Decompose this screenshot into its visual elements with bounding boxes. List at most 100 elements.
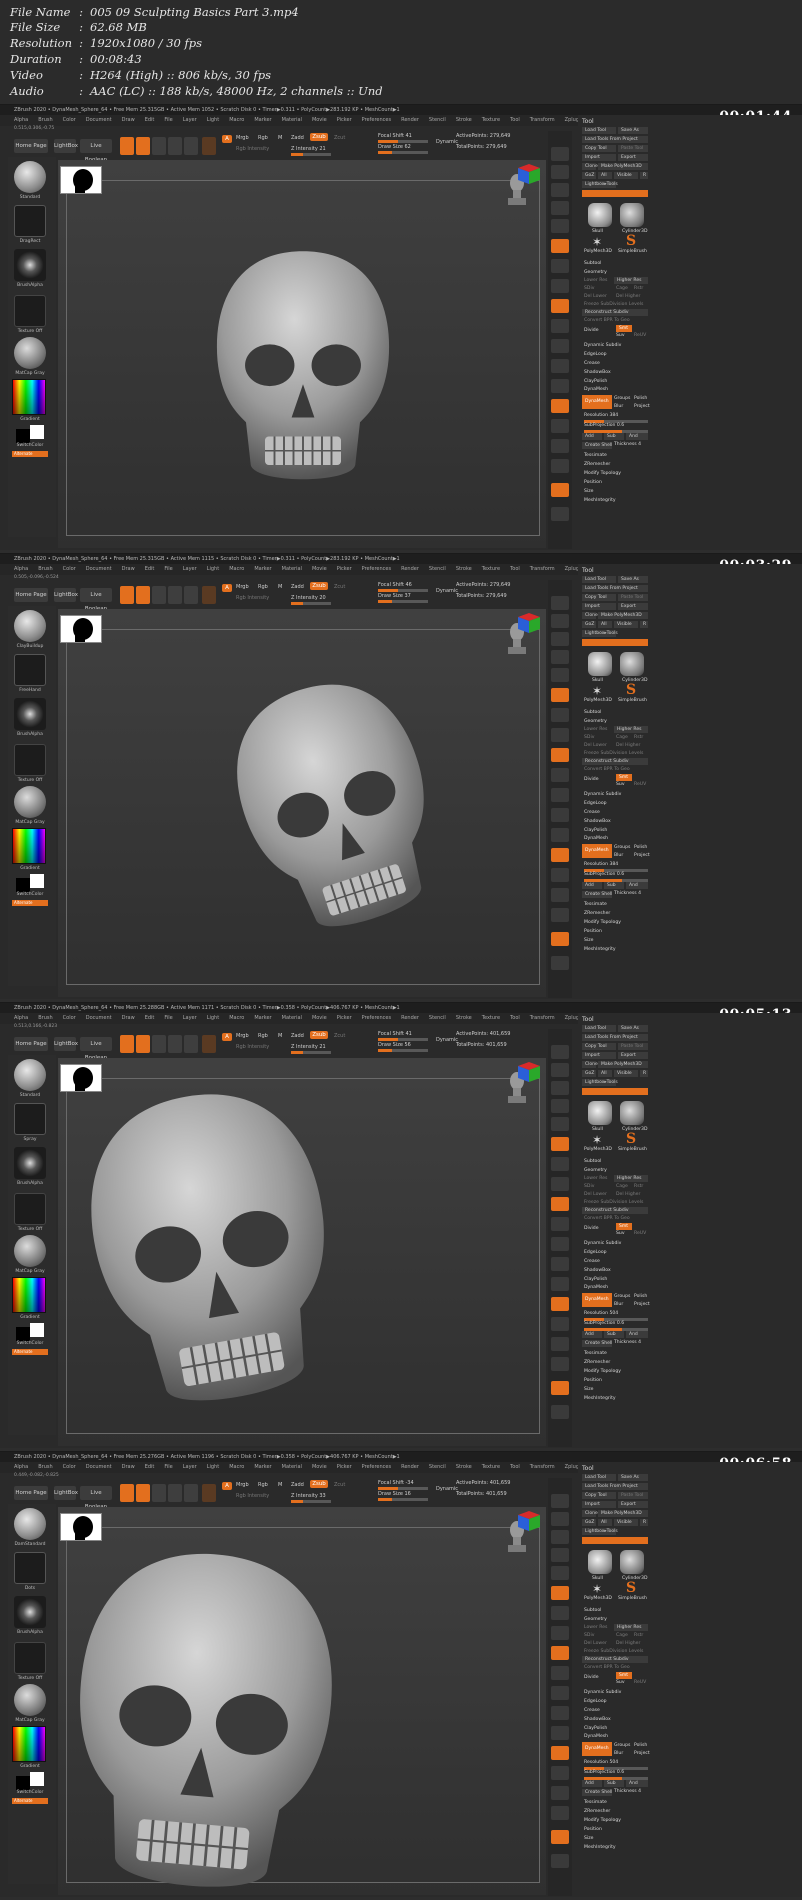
- blur-slider[interactable]: Blur: [614, 1302, 623, 1307]
- menu-tool[interactable]: Tool: [510, 1464, 520, 1470]
- persp-button[interactable]: [551, 688, 569, 702]
- move-view-button[interactable]: [551, 1686, 569, 1700]
- sub-button[interactable]: Sub: [604, 1331, 624, 1338]
- menu-document[interactable]: Document: [86, 117, 112, 123]
- main-color-swatch[interactable]: [30, 874, 44, 888]
- move-view-button[interactable]: [551, 788, 569, 802]
- material-button[interactable]: [202, 586, 216, 604]
- rotate-view-button[interactable]: [551, 828, 569, 842]
- material-button[interactable]: [202, 1035, 216, 1053]
- dynamic-button[interactable]: Dynamic: [436, 1486, 458, 1492]
- brush-selector[interactable]: [14, 1508, 46, 1540]
- subtool-header[interactable]: Subtool: [584, 261, 601, 266]
- focal-shift-track[interactable]: [378, 1038, 428, 1041]
- z-intensity-track[interactable]: [291, 1051, 331, 1054]
- all-button[interactable]: All: [598, 172, 612, 179]
- mrgb-button[interactable]: Mrgb: [236, 135, 249, 141]
- menu-texture[interactable]: Texture: [482, 566, 500, 572]
- m-button[interactable]: M: [278, 135, 282, 141]
- rgb-button[interactable]: Rgb: [258, 135, 268, 141]
- zoom-button[interactable]: [551, 650, 569, 664]
- menu-alpha[interactable]: Alpha: [14, 566, 28, 572]
- menu-movie[interactable]: Movie: [312, 566, 327, 572]
- a-button[interactable]: A: [222, 135, 232, 143]
- zadd-button[interactable]: Zadd: [291, 584, 304, 590]
- z-intensity-slider[interactable]: Z Intensity 21: [291, 1044, 326, 1050]
- secondary-color-swatch[interactable]: [16, 1776, 30, 1790]
- lightbox-tools-button[interactable]: Lightbox▸Tools: [582, 181, 618, 188]
- m-button[interactable]: M: [278, 1482, 282, 1488]
- dynamesh-button[interactable]: DynaMesh: [582, 395, 612, 409]
- switch-color-label[interactable]: SwitchColor: [8, 1341, 52, 1346]
- lower-res-button[interactable]: Lower Res: [584, 727, 607, 732]
- zcut-button[interactable]: Zcut: [334, 135, 345, 141]
- higher-res-button[interactable]: Higher Res: [614, 726, 648, 733]
- mrgb-button[interactable]: Mrgb: [236, 584, 249, 590]
- divide-button[interactable]: Divide: [584, 777, 599, 782]
- position-header[interactable]: Position: [584, 1827, 602, 1832]
- xpose-button[interactable]: [551, 459, 569, 473]
- groups-toggle[interactable]: Groups: [614, 1743, 630, 1748]
- solo-button[interactable]: [551, 888, 569, 902]
- project-toggle[interactable]: Project: [634, 853, 650, 858]
- rotate-button[interactable]: [184, 137, 198, 155]
- edgeloop-header[interactable]: EdgeLoop: [584, 801, 607, 806]
- solo-button[interactable]: [551, 1337, 569, 1351]
- draw-size-track[interactable]: [378, 1049, 428, 1052]
- menu-layer[interactable]: Layer: [183, 117, 197, 123]
- add-button[interactable]: Add: [582, 1780, 602, 1787]
- switch-color-label[interactable]: SwitchColor: [8, 892, 52, 897]
- menu-render[interactable]: Render: [401, 117, 419, 123]
- lightbox-button[interactable]: LightBox: [54, 588, 78, 602]
- rotate-view-button[interactable]: [551, 1277, 569, 1291]
- thickness-slider[interactable]: Thickness 4: [614, 891, 641, 896]
- secondary-color-swatch[interactable]: [16, 1327, 30, 1341]
- menu-alpha[interactable]: Alpha: [14, 117, 28, 123]
- lsym-button[interactable]: [551, 748, 569, 762]
- smt-toggle[interactable]: Smt: [616, 1672, 632, 1679]
- suv-toggle[interactable]: Suv: [616, 782, 625, 787]
- menu-alpha[interactable]: Alpha: [14, 1464, 28, 1470]
- reuv-toggle[interactable]: ReUV: [634, 333, 646, 338]
- freeze-subdivision-button[interactable]: Freeze SubDivision Levels: [584, 1200, 643, 1205]
- transp-button[interactable]: [551, 868, 569, 882]
- z-intensity-track[interactable]: [291, 1500, 331, 1503]
- copy-tool-button[interactable]: Copy Tool: [582, 594, 616, 601]
- zsub-button[interactable]: Zsub: [310, 133, 328, 141]
- menu-picker[interactable]: Picker: [337, 566, 352, 572]
- project-toggle[interactable]: Project: [634, 404, 650, 409]
- clone-button[interactable]: Clone: [582, 1061, 598, 1068]
- save-as-button[interactable]: Save As: [618, 127, 648, 134]
- menu-transform[interactable]: Transform: [530, 566, 555, 572]
- draw-size-slider[interactable]: Draw Size 37: [378, 593, 411, 599]
- rgb-button[interactable]: Rgb: [258, 584, 268, 590]
- grid-button[interactable]: [551, 1854, 569, 1868]
- dynamic-persp-button[interactable]: [551, 483, 569, 497]
- spix-button[interactable]: [551, 165, 569, 179]
- transp-button[interactable]: [551, 419, 569, 433]
- mrgb-button[interactable]: Mrgb: [236, 1482, 249, 1488]
- live-boolean-button[interactable]: Live Boolean: [80, 588, 112, 612]
- move-button[interactable]: [152, 1484, 166, 1502]
- lightbox-tools-button[interactable]: Lightbox▸Tools: [582, 1079, 618, 1086]
- secondary-color-swatch[interactable]: [16, 429, 30, 443]
- menu-tool[interactable]: Tool: [510, 1015, 520, 1021]
- lightbox-button[interactable]: LightBox: [54, 1486, 78, 1500]
- polyf-button[interactable]: [551, 848, 569, 862]
- modify-topology-header[interactable]: Modify Topology: [584, 1369, 621, 1374]
- material-button[interactable]: [202, 1484, 216, 1502]
- menu-macro[interactable]: Macro: [229, 1464, 244, 1470]
- brush-selector[interactable]: [14, 610, 46, 642]
- polymesh3d-star-icon[interactable]: ✶: [592, 1133, 602, 1147]
- rgb-intensity-slider[interactable]: Rgb Intensity: [236, 1493, 269, 1499]
- stroke-selector[interactable]: [14, 654, 46, 686]
- thickness-slider[interactable]: Thickness 4: [614, 1789, 641, 1794]
- canvas-viewport[interactable]: [58, 609, 546, 997]
- freeze-subdivision-button[interactable]: Freeze SubDivision Levels: [584, 1649, 643, 1654]
- menu-document[interactable]: Document: [86, 1464, 112, 1470]
- tool-name-slider[interactable]: [582, 1537, 648, 1544]
- rotate-view-button[interactable]: [551, 379, 569, 393]
- menu-draw[interactable]: Draw: [122, 566, 135, 572]
- menu-marker[interactable]: Marker: [254, 117, 271, 123]
- scale-button[interactable]: [168, 586, 182, 604]
